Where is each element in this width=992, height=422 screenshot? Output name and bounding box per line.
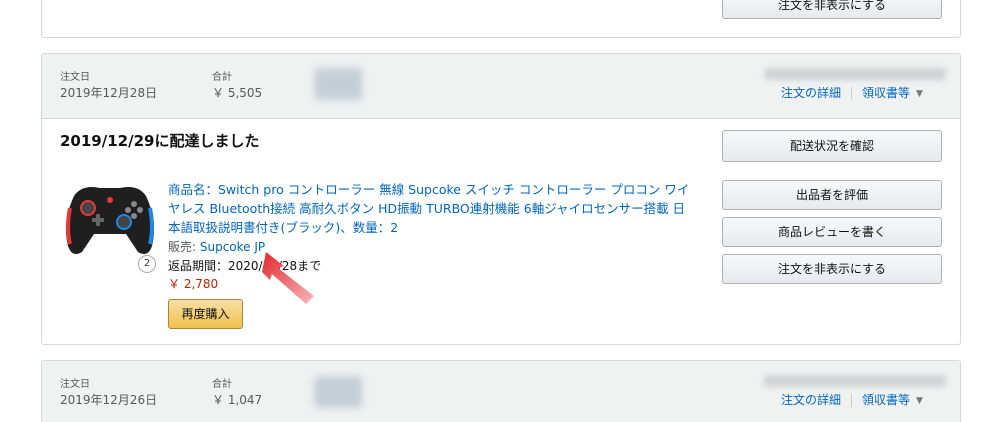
write-review-button[interactable]: 商品レビューを書く (722, 217, 942, 247)
order2-date-label: 注文日 (60, 379, 90, 390)
chevron-down-icon[interactable]: ▼ (916, 89, 923, 99)
order-details-link[interactable]: 注文の詳細 (781, 86, 841, 100)
link-separator (851, 87, 853, 100)
receipt-link[interactable]: 領収書等 (862, 86, 910, 100)
hide-order-button-previous[interactable]: 注文を非表示にする (722, 0, 942, 19)
order-date-value: 2019年12月28日 (60, 86, 158, 100)
product-title-link[interactable]: 商品名：Switch pro コントローラー 無線 Supcoke スイッチ コ… (168, 180, 696, 237)
redacted-recipient (314, 68, 362, 100)
chevron-down-icon[interactable]: ▼ (916, 396, 923, 406)
rate-seller-button[interactable]: 出品者を評価 (722, 180, 942, 210)
redacted-order-number (764, 68, 946, 80)
redacted-recipient-2 (314, 376, 362, 408)
order2-receipt-link[interactable]: 領収書等 (862, 393, 910, 407)
order-header-links: 注文の詳細 領収書等 ▼ (781, 84, 923, 101)
quantity-badge: 2 (138, 255, 156, 273)
order-total-value: ￥ 5,505 (212, 86, 263, 100)
link-separator (851, 394, 853, 407)
item-price: ￥ 2,780 (168, 277, 219, 291)
order-date-label: 注文日 (60, 72, 90, 83)
order-history-page: 注文を非表示にする 注文日 2019年12月28日 合計 ￥ 5,505 注文の… (0, 0, 992, 422)
order2-date-value: 2019年12月26日 (60, 393, 158, 407)
order2-details-link[interactable]: 注文の詳細 (781, 393, 841, 407)
hide-order-button[interactable]: 注文を非表示にする (722, 254, 942, 284)
track-package-button[interactable]: 配送状況を確認 (722, 130, 942, 162)
seller-info: 販売: Supcoke JP (168, 238, 265, 255)
buy-again-button[interactable]: 再度購入 (168, 299, 243, 329)
redacted-order-number-2 (764, 375, 946, 387)
delivery-status-title: 2019/12/29に配達しました (60, 132, 260, 150)
order-total-label: 合計 (212, 72, 232, 83)
controller-image[interactable] (62, 178, 158, 260)
seller-label: 販売: (168, 240, 200, 254)
previous-order-card: 注文を非表示にする (41, 0, 961, 38)
order2-total-value: ￥ 1,047 (212, 393, 263, 407)
order2-header-links: 注文の詳細 領収書等 ▼ (781, 391, 923, 408)
annotation-arrow-icon (262, 252, 314, 304)
order2-total-label: 合計 (212, 379, 232, 390)
